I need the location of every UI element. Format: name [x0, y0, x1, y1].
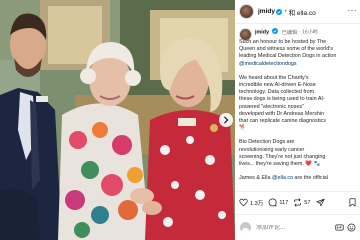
caption-line: Queen and witness some of the world's: [239, 46, 333, 53]
caption-line-with-emoji: lives... they're saving them. ❤️ 🐾: [239, 161, 359, 168]
caption-line: that can replicate canine diagnostics: [239, 118, 326, 125]
caption-line: screening. They're not just changing: [239, 153, 326, 160]
post-time[interactable]: 16小时: [302, 30, 318, 36]
caption-username[interactable]: jmidy: [255, 30, 269, 36]
caption-line-with-mention: James & Ella @ella.co are the official: [239, 175, 359, 182]
caption-line: We heard about the Charity's: [239, 74, 309, 81]
heart-paw-emoji: ❤️ 🐾: [305, 161, 321, 168]
caption-text-span: lives... they're saving them.: [239, 161, 304, 168]
photo-illustration: [0, 0, 235, 240]
post-header: jmidy • 和 ella.co ···: [235, 0, 360, 24]
comment-bar: [235, 214, 360, 240]
caption-text-span: James & Ella: [239, 175, 272, 182]
save-button[interactable]: [348, 198, 357, 207]
repost-icon: [294, 198, 302, 207]
caption-line: technology. Data collected from: [239, 89, 315, 96]
post-details-panel: jmidy • 和 ella.co ··· jmidy 已编辑 · 16小时 S…: [235, 0, 360, 240]
author-username[interactable]: jmidy: [258, 8, 275, 15]
send-icon: [315, 198, 325, 207]
verified-badge-icon: [276, 8, 283, 15]
caption-text: Such an honour to be hosted by The Queen…: [239, 39, 359, 182]
caption-line: these dogs is being used to train AI-: [239, 96, 325, 103]
repost-count[interactable]: 57: [304, 200, 310, 206]
caption-line: incredible new AI-driven E-Nose: [239, 82, 316, 89]
emoji-icon[interactable]: [347, 223, 356, 232]
more-options-button[interactable]: ···: [348, 6, 358, 15]
comment-button[interactable]: 117: [268, 198, 288, 207]
caption-line: powered "electronic noses": [239, 103, 304, 110]
heart-icon: [239, 198, 248, 207]
next-photo-button[interactable]: [219, 113, 233, 127]
collaborator-link[interactable]: 和 ella.co: [289, 7, 316, 17]
caption-line: Such an honour to be hosted by The: [239, 39, 327, 45]
caption-line: Bio Detection Dogs are: [239, 139, 295, 146]
current-user-avatar: [240, 222, 251, 233]
dog-emoji: 🐕: [239, 125, 246, 132]
edited-label: 已编辑: [281, 29, 298, 36]
caption-line: developed with Dr Andreas Mershin: [239, 110, 325, 117]
caption-text-span: are the official: [293, 175, 328, 182]
mention-link[interactable]: @ella.co: [272, 175, 293, 181]
like-button[interactable]: 1.3万: [239, 198, 263, 207]
comment-icon: [269, 198, 277, 207]
repost-button[interactable]: 57: [293, 198, 311, 207]
like-count[interactable]: 1.3万: [250, 199, 263, 207]
bookmark-icon: [349, 198, 356, 207]
chevron-right-icon: [224, 116, 229, 124]
action-bar: 1.3万 117 57: [235, 191, 360, 213]
separator-dot: •: [284, 8, 287, 15]
comment-input[interactable]: [256, 224, 326, 231]
mention-link[interactable]: @medicaldetectiondogs: [239, 61, 359, 68]
share-button[interactable]: [315, 198, 325, 207]
caption-line: revolutionising early cancer: [239, 146, 305, 153]
caption-line: leading Medical Detection Dogs in action: [239, 53, 337, 60]
post-photo: [0, 0, 235, 240]
author-avatar[interactable]: [239, 4, 254, 19]
verified-badge-icon: [272, 28, 279, 34]
caption-scroll-area[interactable]: jmidy 已编辑 · 16小时 Such an honour to be ho…: [235, 25, 360, 192]
comment-count[interactable]: 117: [279, 200, 288, 206]
gif-icon[interactable]: [335, 223, 344, 232]
comment-tools: [335, 223, 356, 232]
